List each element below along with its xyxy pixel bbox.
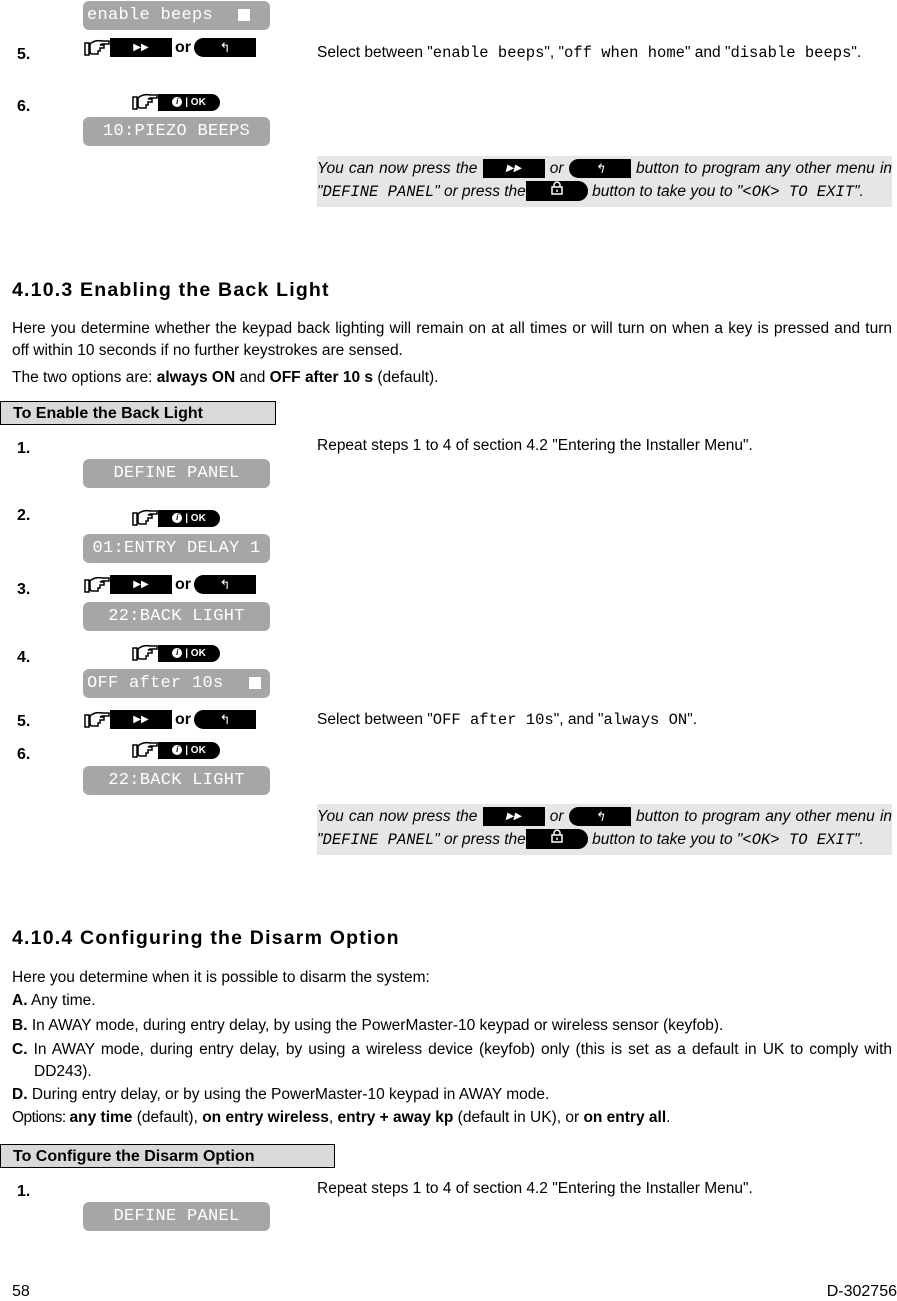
back-key-button[interactable]: ↰ bbox=[194, 38, 256, 57]
step-number: 6. bbox=[17, 746, 31, 763]
next-key-button[interactable]: ▶▶ bbox=[482, 807, 545, 827]
info-note: You can now press the ▶▶ or ↰ button to … bbox=[317, 804, 892, 855]
lock-key-button[interactable] bbox=[525, 829, 588, 850]
or-label: or bbox=[175, 711, 191, 728]
lcd-display: 22:BACK LIGHT bbox=[83, 602, 270, 631]
lcd-display: OFF after 10s bbox=[83, 669, 270, 698]
next-key-button[interactable]: ▶▶ bbox=[110, 710, 172, 729]
lcd-display: 01:ENTRY DELAY 1 bbox=[83, 534, 270, 563]
info-icon: i bbox=[172, 513, 183, 524]
list-item: C. In AWAY mode, during entry delay, by … bbox=[12, 1041, 892, 1080]
section-heading: 4.10.3 Enabling the Back Light bbox=[12, 279, 330, 301]
ok-key-button[interactable]: i | OK bbox=[158, 645, 220, 662]
info-icon: i bbox=[172, 97, 183, 108]
lock-icon bbox=[551, 181, 563, 196]
pointing-hand-icon bbox=[132, 741, 158, 759]
pointing-hand-icon bbox=[84, 39, 110, 57]
key-row: ▶▶ or ↰ bbox=[84, 38, 256, 60]
step-description: Select between "OFF after 10s", and "alw… bbox=[317, 711, 698, 729]
procedure-title: To Enable the Back Light bbox=[0, 401, 276, 425]
options-line: The two options are: always ON and OFF a… bbox=[12, 369, 439, 386]
step-number: 5. bbox=[17, 713, 31, 730]
ok-key-button[interactable]: i | OK bbox=[158, 94, 220, 111]
ok-key-button[interactable]: i | OK bbox=[158, 510, 220, 527]
section-heading: 4.10.4 Configuring the Disarm Option bbox=[12, 927, 400, 949]
info-note: You can now press the ▶▶ or ↰ button to … bbox=[317, 156, 892, 207]
procedure-title: To Configure the Disarm Option bbox=[0, 1144, 335, 1168]
document-id: D-302756 bbox=[826, 1283, 897, 1300]
pointing-hand-icon bbox=[132, 644, 158, 662]
step-number: 1. bbox=[17, 440, 31, 457]
or-label: or bbox=[175, 39, 191, 56]
or-label: or bbox=[175, 576, 191, 593]
info-icon: i bbox=[172, 745, 183, 756]
step-number: 6. bbox=[17, 98, 31, 115]
pointing-hand-icon bbox=[132, 93, 158, 111]
back-key-button[interactable]: ↰ bbox=[194, 710, 256, 729]
step-number: 4. bbox=[17, 649, 31, 666]
step-description: Select between "enable beeps", "off when… bbox=[317, 44, 862, 62]
lock-key-button[interactable] bbox=[525, 181, 588, 202]
step-number: 1. bbox=[17, 1183, 31, 1200]
back-key-button[interactable]: ↰ bbox=[194, 575, 256, 594]
back-key-button[interactable]: ↰ bbox=[568, 807, 631, 827]
key-row: i | OK bbox=[132, 741, 220, 763]
lock-icon bbox=[551, 829, 563, 844]
list-item: A. Any time. bbox=[12, 992, 96, 1009]
key-row: i | OK bbox=[132, 644, 220, 666]
step-description: Repeat steps 1 to 4 of section 4.2 "Ente… bbox=[317, 437, 753, 454]
next-key-button[interactable]: ▶▶ bbox=[110, 38, 172, 57]
pointing-hand-icon bbox=[84, 711, 110, 729]
ok-key-button[interactable]: i | OK bbox=[158, 742, 220, 759]
lcd-display: 10:PIEZO BEEPS bbox=[83, 117, 270, 146]
step-description: Repeat steps 1 to 4 of section 4.2 "Ente… bbox=[317, 1180, 753, 1197]
options-line: Options: any time (default), on entry wi… bbox=[12, 1109, 671, 1126]
next-key-button[interactable]: ▶▶ bbox=[110, 575, 172, 594]
checked-square-icon bbox=[248, 676, 261, 689]
step-number: 5. bbox=[17, 46, 31, 63]
section-intro: Here you determine when it is possible t… bbox=[12, 969, 430, 986]
page-number: 58 bbox=[12, 1283, 30, 1300]
step-number: 3. bbox=[17, 581, 31, 598]
step-number: 2. bbox=[17, 507, 31, 524]
list-item: D. During entry delay, or by using the P… bbox=[12, 1086, 550, 1103]
lcd-display: DEFINE PANEL bbox=[83, 459, 270, 488]
list-item: B. In AWAY mode, during entry delay, by … bbox=[12, 1017, 724, 1034]
key-row: i | OK bbox=[132, 509, 220, 531]
key-row: ▶▶ or ↰ bbox=[84, 710, 256, 732]
section-intro: Here you determine whether the keypad ba… bbox=[12, 320, 892, 359]
lcd-display: enable beeps bbox=[83, 1, 270, 30]
key-row: ▶▶ or ↰ bbox=[84, 575, 256, 597]
key-row: i | OK bbox=[132, 93, 220, 115]
next-key-button[interactable]: ▶▶ bbox=[482, 159, 545, 179]
lcd-display: 22:BACK LIGHT bbox=[83, 766, 270, 795]
info-icon: i bbox=[172, 648, 183, 659]
lcd-display: DEFINE PANEL bbox=[83, 1202, 270, 1231]
back-key-button[interactable]: ↰ bbox=[568, 159, 631, 179]
pointing-hand-icon bbox=[132, 509, 158, 527]
pointing-hand-icon bbox=[84, 576, 110, 594]
checked-square-icon bbox=[238, 8, 251, 21]
